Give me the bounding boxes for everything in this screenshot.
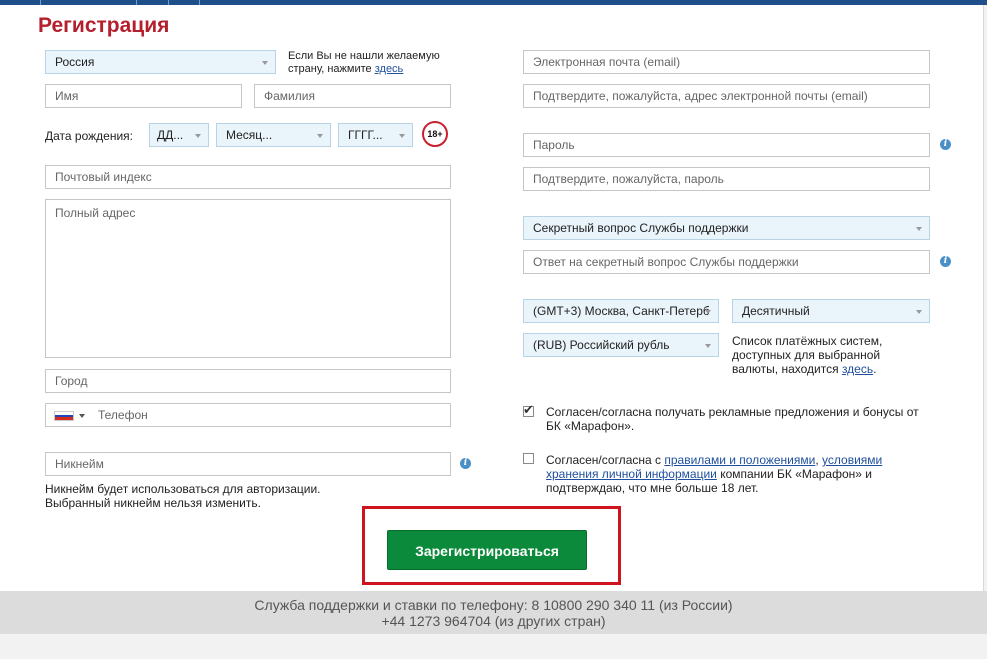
- checkmark-icon: ✔: [523, 402, 534, 417]
- country-hint-link[interactable]: здесь: [375, 63, 404, 75]
- dob-year-value: ГГГГ...: [348, 128, 383, 142]
- nickname-input[interactable]: [45, 452, 451, 476]
- password-confirm-input[interactable]: [523, 167, 930, 191]
- city-input[interactable]: [45, 369, 451, 393]
- password-input[interactable]: [523, 133, 930, 157]
- payment-systems-note: Список платёжных систем, доступных для в…: [732, 334, 883, 376]
- phone-placeholder: Телефон: [98, 408, 148, 422]
- email-input[interactable]: [523, 50, 930, 74]
- odds-format-value: Десятичный: [742, 304, 810, 318]
- nickname-note-line-2: Выбранный никнейм нельзя изменить.: [45, 496, 261, 510]
- chevron-down-icon: [317, 134, 323, 138]
- secret-answer-input[interactable]: [523, 250, 930, 274]
- dob-month-value: Месяц...: [226, 128, 273, 142]
- currency-value: (RUB) Российский рубль: [533, 338, 670, 352]
- chevron-down-icon: [195, 134, 201, 138]
- dob-label: Дата рождения:: [45, 129, 133, 143]
- terms-consent-checkbox[interactable]: [523, 453, 534, 464]
- dob-day-select[interactable]: ДД...: [149, 123, 209, 147]
- secret-answer-info-icon[interactable]: i: [940, 256, 951, 267]
- email-confirm-input[interactable]: [523, 84, 930, 108]
- first-name-input[interactable]: [45, 84, 242, 108]
- age-restriction-badge: 18+: [422, 121, 448, 147]
- odds-format-select[interactable]: Десятичный: [732, 299, 930, 323]
- terms-rules-link[interactable]: правилами и положениями: [664, 453, 815, 467]
- promo-consent-label: Согласен/согласна получать рекламные пре…: [546, 405, 919, 433]
- timezone-value: (GMT+3) Москва, Санкт-Петербург: [533, 304, 709, 318]
- page-title: Регистрация: [38, 14, 170, 37]
- country-hint: Если Вы не нашли желаемую страну, нажмит…: [288, 50, 458, 76]
- password-info-icon[interactable]: i: [940, 139, 951, 150]
- footer-line-1: Служба поддержки и ставки по телефону: 8…: [254, 597, 733, 613]
- timezone-select[interactable]: (GMT+3) Москва, Санкт-Петербург: [523, 299, 719, 323]
- country-hint-text: Если Вы не нашли желаемую страну, нажмит…: [288, 50, 440, 75]
- dob-year-select[interactable]: ГГГГ...: [338, 123, 413, 147]
- footer-line-2: +44 1273 964704 (из других стран): [381, 613, 606, 629]
- country-select-value: Россия: [55, 55, 95, 69]
- chevron-down-icon: [399, 134, 405, 138]
- payment-systems-link[interactable]: здесь: [842, 362, 873, 376]
- russia-flag-icon[interactable]: [54, 411, 74, 421]
- secret-question-value: Секретный вопрос Службы поддержки: [533, 221, 749, 235]
- country-select[interactable]: Россия: [45, 50, 276, 74]
- dob-month-select[interactable]: Месяц...: [216, 123, 331, 147]
- chevron-down-icon: [916, 227, 922, 231]
- postal-code-input[interactable]: [45, 165, 451, 189]
- terms-prefix: Согласен/согласна с: [546, 453, 661, 467]
- last-name-input[interactable]: [254, 84, 451, 108]
- register-button[interactable]: Зарегистрироваться: [387, 530, 587, 570]
- chevron-down-icon: [705, 310, 711, 314]
- secret-question-select[interactable]: Секретный вопрос Службы поддержки: [523, 216, 930, 240]
- phone-field[interactable]: Телефон: [45, 403, 451, 427]
- chevron-down-icon: [916, 310, 922, 314]
- full-address-textarea[interactable]: [45, 199, 451, 358]
- support-footer: Служба поддержки и ставки по телефону: 8…: [0, 591, 987, 634]
- chevron-down-icon[interactable]: [79, 414, 85, 418]
- terms-consent-label: Согласен/согласна с правилами и положени…: [546, 453, 883, 495]
- chevron-down-icon: [262, 61, 268, 65]
- promo-consent-checkbox[interactable]: ✔: [523, 402, 534, 417]
- nickname-note-line-1: Никнейм будет использоваться для авториз…: [45, 482, 321, 496]
- chevron-down-icon: [705, 344, 711, 348]
- currency-select[interactable]: (RUB) Российский рубль: [523, 333, 719, 357]
- nickname-info-icon[interactable]: i: [460, 458, 471, 469]
